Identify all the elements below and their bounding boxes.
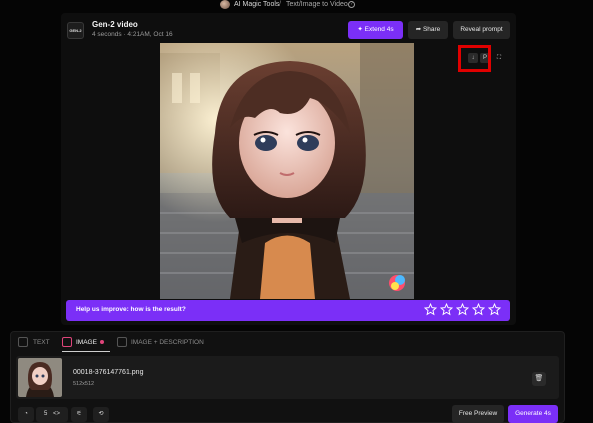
star-icon[interactable] <box>439 302 454 316</box>
model-badge: GEN-2 <box>67 22 84 39</box>
trash-icon[interactable]: 🗑 <box>532 372 546 386</box>
speed-gauge-icon[interactable]: ◔ <box>18 407 34 422</box>
extend-label: Extend 4s <box>364 26 394 33</box>
tab-text[interactable]: TEXT <box>33 339 50 346</box>
active-indicator-dot <box>100 340 104 344</box>
generated-video-frame[interactable] <box>160 43 414 299</box>
help-icon[interactable]: ? <box>348 1 355 8</box>
file-thumbnail <box>18 358 62 397</box>
breadcrumb-workspace[interactable]: AI Magic Tools <box>234 0 279 9</box>
video-title: Gen-2 video <box>92 20 138 29</box>
extend-button[interactable]: ✦ Extend 4s <box>348 21 403 39</box>
share-button[interactable]: ➦ Share <box>408 21 448 39</box>
arrows-icon: <> <box>53 411 61 417</box>
duration-stepper[interactable]: 5 <> <box>36 407 68 422</box>
tab-image[interactable]: IMAGE <box>76 339 97 346</box>
video-meta: 4 seconds · 4:21AM, Oct 16 <box>92 31 173 38</box>
breadcrumb-separator: / <box>279 1 281 8</box>
expand-icon[interactable]: ⛶ <box>494 53 504 63</box>
share-icon: ➦ <box>415 26 422 33</box>
anime-girl-image <box>160 43 414 299</box>
text-tab-icon <box>18 337 28 347</box>
feedback-question: Help us improve: how is the result? <box>76 306 186 313</box>
highlight-box <box>458 45 491 72</box>
share-label: Share <box>422 26 441 33</box>
file-dimensions: 512x512 <box>73 381 95 387</box>
reveal-prompt-button[interactable]: Reveal prompt <box>453 21 510 39</box>
sparkle-icon: ✦ <box>357 26 363 33</box>
tab-image-description[interactable]: IMAGE + DESCRIPTION <box>131 339 204 346</box>
star-icon[interactable] <box>471 302 486 316</box>
star-icon[interactable] <box>423 302 438 316</box>
generate-button[interactable]: Generate 4s <box>508 405 558 423</box>
breadcrumb-page: Text/Image to Video <box>286 1 348 8</box>
file-name: 00018-376147761.png <box>73 369 144 376</box>
image-description-tab-icon <box>117 337 127 347</box>
free-preview-button[interactable]: Free Preview <box>452 405 504 423</box>
image-tab-icon <box>62 337 72 347</box>
history-icon[interactable]: ⟲ <box>93 407 109 422</box>
uploaded-file-card <box>16 356 559 399</box>
duration-value: 5 <box>43 411 48 417</box>
star-icon[interactable] <box>455 302 470 316</box>
workspace-avatar[interactable] <box>220 0 230 9</box>
active-tab-underline <box>62 351 110 352</box>
sliders-icon[interactable]: ⚟ <box>71 407 87 422</box>
star-icon[interactable] <box>487 302 502 316</box>
